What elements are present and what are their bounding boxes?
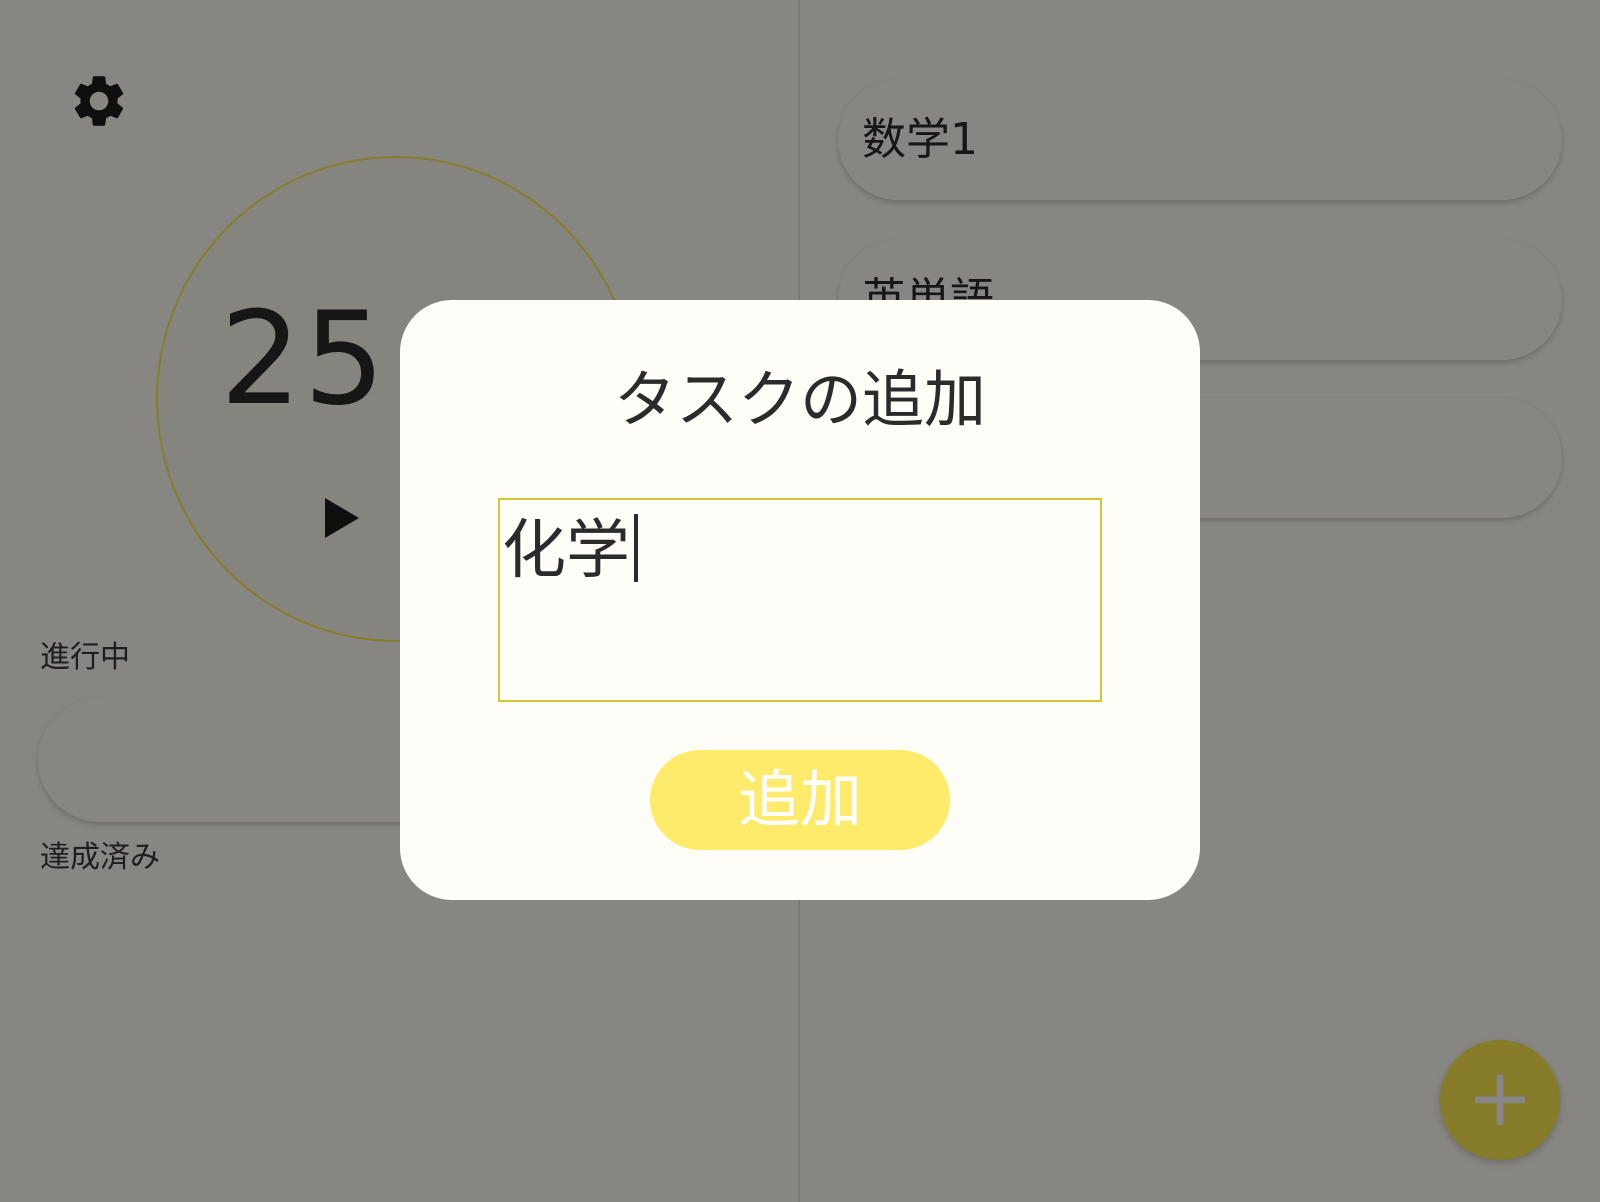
text-caret [634, 514, 638, 582]
add-button[interactable]: 追加 [650, 750, 950, 850]
task-name-input-value: 化学 [502, 514, 638, 588]
add-task-dialog: タスクの追加 化学 追加 [400, 300, 1200, 900]
dialog-title: タスクの追加 [613, 363, 986, 436]
task-name-input[interactable]: 化学 [498, 498, 1102, 702]
app-window: 25:00 進行中 達成済み 数学1 英単語 + タスクの追加 化学 追加 [0, 0, 1600, 1202]
